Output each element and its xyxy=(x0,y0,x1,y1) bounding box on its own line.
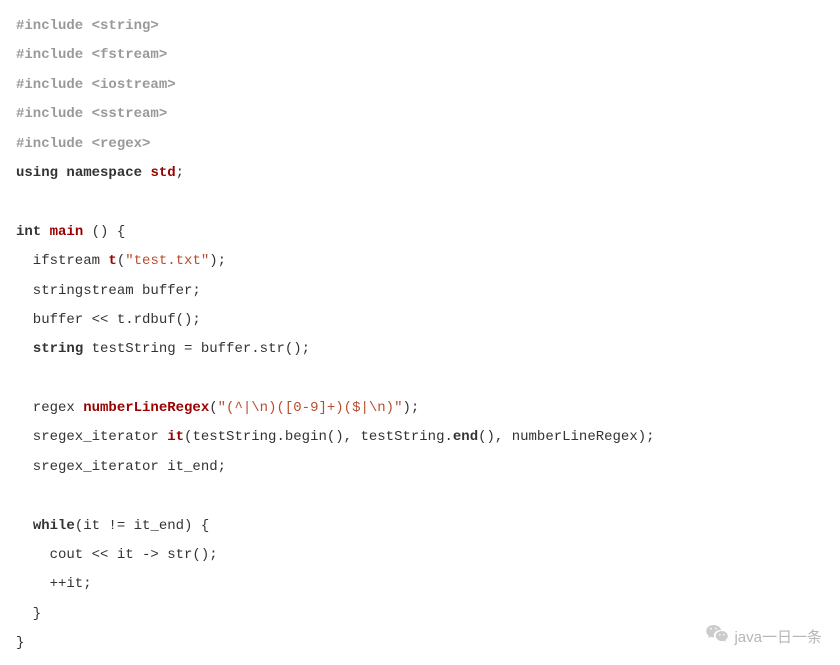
code-text xyxy=(16,518,33,534)
id-t: t xyxy=(108,253,116,269)
preproc-include-iostream: #include <iostream> xyxy=(16,77,176,93)
code-text: ifstream xyxy=(16,253,108,269)
preproc-include-regex: #include <regex> xyxy=(16,136,150,152)
preproc-include-fstream: #include <fstream> xyxy=(16,47,167,63)
str-regex: "(^|\n)([0-9]+)($|\n)" xyxy=(218,400,403,416)
kw-string: string xyxy=(33,341,83,357)
preproc-include-sstream: #include <sstream> xyxy=(16,106,167,122)
kw-while: while xyxy=(33,518,75,534)
code-text: sregex_iterator xyxy=(16,429,167,445)
code-text: } xyxy=(16,635,24,651)
code-text: sregex_iterator it_end; xyxy=(16,459,226,475)
code-text: stringstream buffer; xyxy=(16,283,201,299)
code-text: ++it; xyxy=(16,576,92,592)
preproc-include-string: #include <string> xyxy=(16,18,159,34)
code-text: (it != it_end) { xyxy=(75,518,209,534)
code-text xyxy=(16,341,33,357)
code-text: buffer << t.rdbuf(); xyxy=(16,312,201,328)
id-std: std xyxy=(150,165,175,181)
kw-using: using xyxy=(16,165,58,181)
code-block: #include <string> #include <fstream> #in… xyxy=(0,0,840,665)
id-end: end xyxy=(453,429,478,445)
code-text: (testString.begin(), testString. xyxy=(184,429,453,445)
code-text: ); xyxy=(209,253,226,269)
id-it: it xyxy=(167,429,184,445)
code-text: } xyxy=(16,606,41,622)
code-text: ( xyxy=(117,253,125,269)
id-main: main xyxy=(50,224,84,240)
code-text: cout << it -> str(); xyxy=(16,547,218,563)
str-testtxt: "test.txt" xyxy=(125,253,209,269)
code-text: testString = buffer.str(); xyxy=(83,341,310,357)
code-text: ( xyxy=(209,400,217,416)
code-text: ); xyxy=(403,400,420,416)
id-numberlineregex: numberLineRegex xyxy=(83,400,209,416)
code-text: ; xyxy=(176,165,184,181)
code-text: (), numberLineRegex); xyxy=(478,429,654,445)
code-text: regex xyxy=(16,400,83,416)
code-text: () { xyxy=(83,224,125,240)
kw-namespace: namespace xyxy=(66,165,142,181)
kw-int: int xyxy=(16,224,41,240)
